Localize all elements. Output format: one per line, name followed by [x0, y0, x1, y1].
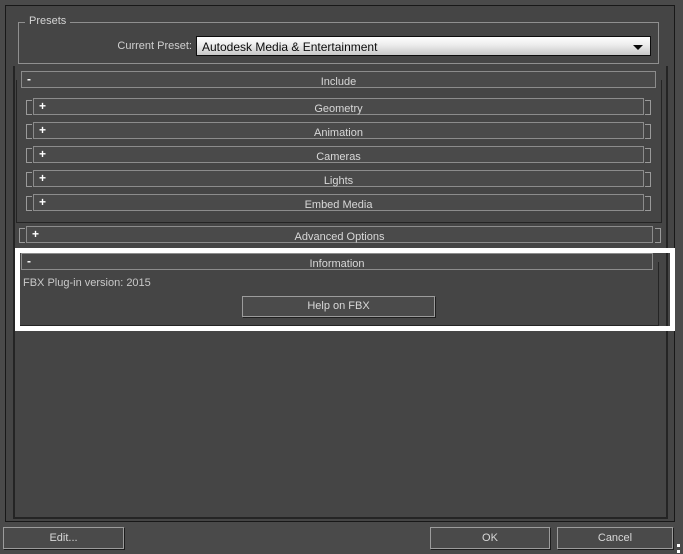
presets-group-label: Presets	[25, 15, 70, 28]
expand-plus-icon: +	[39, 171, 46, 185]
rollout-title: Embed Media	[305, 199, 373, 211]
current-preset-dropdown[interactable]: Autodesk Media & Entertainment	[196, 36, 651, 56]
help-on-fbx-button[interactable]: Help on FBX	[242, 296, 435, 317]
rollout-bracket-right	[645, 148, 651, 163]
expand-plus-icon: +	[39, 123, 46, 137]
current-preset-value: Autodesk Media & Entertainment	[202, 40, 377, 54]
rollout-header-geometry[interactable]: + Geometry	[33, 98, 644, 115]
rollout-bracket-right	[655, 228, 661, 243]
chevron-down-icon	[633, 45, 643, 50]
expand-plus-icon: +	[39, 147, 46, 161]
rollout-bracket-left	[26, 100, 32, 115]
rollout-bracket-left	[26, 124, 32, 139]
rollout-header-lights[interactable]: + Lights	[33, 170, 644, 187]
collapse-minus-icon: -	[27, 72, 31, 86]
ok-button[interactable]: OK	[430, 527, 550, 549]
rollout-bracket-left	[19, 228, 25, 243]
rollout-title: Include	[321, 76, 356, 88]
rollout-bracket-right	[645, 172, 651, 187]
rollout-header-animation[interactable]: + Animation	[33, 122, 644, 139]
rollout-bracket-left	[26, 196, 32, 211]
fbx-plugin-version-text: FBX Plug-in version: 2015	[23, 277, 151, 289]
resize-grip-dot[interactable]	[677, 550, 680, 553]
rollout-bracket-left	[26, 172, 32, 187]
rollout-header-advanced-options[interactable]: + Advanced Options	[26, 226, 653, 243]
current-preset-label: Current Preset:	[20, 40, 192, 52]
resize-grip-dot[interactable]	[677, 544, 680, 547]
rollout-bracket-right	[645, 100, 651, 115]
rollout-title: Lights	[324, 175, 353, 187]
rollout-bracket-right	[645, 124, 651, 139]
rollout-title: Cameras	[316, 151, 361, 163]
cancel-button[interactable]: Cancel	[557, 527, 673, 549]
expand-plus-icon: +	[39, 195, 46, 209]
rollout-header-information[interactable]: - Information	[21, 253, 653, 270]
expand-plus-icon: +	[32, 227, 39, 241]
rollout-title: Geometry	[314, 103, 362, 115]
expand-plus-icon: +	[39, 99, 46, 113]
rollout-header-embed-media[interactable]: + Embed Media	[33, 194, 644, 211]
rollout-title: Animation	[314, 127, 363, 139]
rollout-bracket-right	[645, 196, 651, 211]
rollout-title: Advanced Options	[295, 231, 385, 243]
rollout-title: Information	[309, 258, 364, 270]
rollout-header-cameras[interactable]: + Cameras	[33, 146, 644, 163]
rollout-bracket-left	[26, 148, 32, 163]
collapse-minus-icon: -	[27, 254, 31, 268]
rollout-header-include[interactable]: - Include	[21, 71, 656, 88]
edit-button[interactable]: Edit...	[3, 527, 124, 549]
